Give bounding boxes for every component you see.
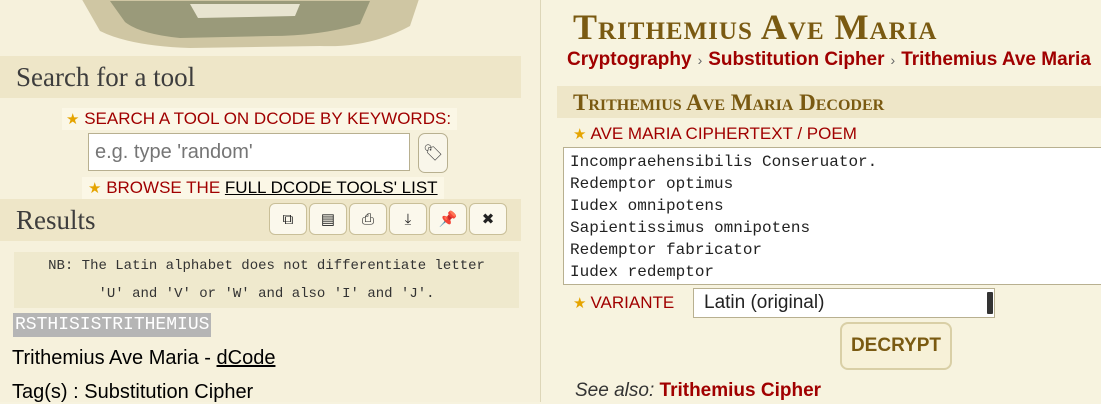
notes-button[interactable]: ▤	[309, 203, 347, 235]
left-panel: Search for a tool ★ SEARCH A TOOL ON DCO…	[0, 0, 540, 403]
breadcrumb-cryptography[interactable]: Cryptography	[567, 49, 692, 70]
close-button[interactable]: ✖	[469, 203, 507, 235]
search-input[interactable]	[88, 133, 410, 171]
breadcrumb-trithemius-ave-maria[interactable]: Trithemius Ave Maria	[901, 49, 1091, 70]
star-icon: ★	[573, 126, 587, 143]
results-toolbar: ⧉ ▤ ⎙ ⤓ 📌 ✖	[269, 203, 509, 235]
variant-label: ★ VARIANTE	[573, 293, 674, 313]
ciphertext-label: ★ AVE MARIA CIPHERTEXT / POEM	[573, 124, 857, 144]
cipher-line: Sapientissimus omnipotens	[570, 219, 811, 237]
download-button[interactable]: ⤓	[389, 203, 427, 235]
full-tools-list-link[interactable]: FULL DCODE TOOLS' LIST	[225, 178, 438, 197]
ciphertext-textarea[interactable]: Incompraehensibilis Conseruator. Redempt…	[563, 147, 1101, 285]
star-icon: ★	[88, 180, 102, 197]
select-arrow-icon	[987, 292, 993, 314]
pin-button[interactable]: 📌	[429, 203, 467, 235]
ciphertext-label-text: AVE MARIA CIPHERTEXT / POEM	[590, 124, 857, 143]
cipher-line: Iudex redemptor	[570, 263, 715, 281]
copy-button[interactable]: ⧉	[269, 203, 307, 235]
cipher-line: Redemptor optimus	[570, 175, 734, 193]
note-line: 'U' and 'V' or 'W' and also 'I' and 'J'.	[98, 286, 435, 302]
result-tags: Tag(s) : Substitution Cipher	[12, 381, 254, 403]
download-icon: ⤓	[404, 210, 412, 228]
see-also-label: See also:	[575, 380, 655, 401]
breadcrumb-substitution-cipher[interactable]: Substitution Cipher	[708, 49, 884, 70]
breadcrumb: Cryptography › Substitution Cipher › Trithem…	[567, 49, 1091, 71]
latin-note: NB: The Latin alphabet does not differen…	[14, 252, 519, 308]
variant-selected-value: Latin (original)	[704, 292, 825, 313]
copy-icon: ⧉	[282, 210, 294, 228]
cipher-line: Iudex omnipotens	[570, 197, 724, 215]
result-title-text: Trithemius Ave Maria -	[12, 347, 217, 369]
cipher-line: Incompraehensibilis Conseruator.	[570, 153, 878, 171]
pin-icon: 📌	[438, 211, 458, 228]
search-label: ★ SEARCH A TOOL ON DCODE BY KEYWORDS:	[62, 108, 458, 130]
decoder-heading: Trithemius Ave Maria Decoder	[557, 86, 1101, 118]
result-title: Trithemius Ave Maria - dCode	[12, 347, 275, 370]
trithemius-cipher-link[interactable]: Trithemius Cipher	[660, 380, 822, 401]
breadcrumb-separator: ›	[697, 52, 703, 68]
breadcrumb-separator: ›	[890, 52, 896, 68]
search-button[interactable]: 🏷	[418, 133, 448, 173]
result-text[interactable]: RSTHISISTRITHEMIUS	[13, 313, 212, 337]
logo-image	[82, 0, 419, 48]
browse-prefix: BROWSE THE	[106, 178, 221, 197]
print-icon: ⎙	[361, 210, 374, 228]
decrypt-button[interactable]: DECRYPT	[840, 322, 952, 370]
search-tag-icon: 🏷	[422, 145, 444, 162]
notes-icon: ▤	[320, 211, 336, 228]
close-icon: ✖	[481, 211, 495, 228]
print-button[interactable]: ⎙	[349, 203, 387, 235]
dcode-link[interactable]: dCode	[217, 347, 276, 369]
browse-tools: ★ BROWSE THE FULL DCODE TOOLS' LIST	[82, 177, 444, 199]
search-label-text: SEARCH A TOOL ON DCODE BY KEYWORDS:	[84, 109, 452, 128]
search-heading: Search for a tool	[0, 56, 521, 98]
note-line: NB: The Latin alphabet does not differen…	[48, 258, 485, 274]
variant-label-text: VARIANTE	[590, 293, 675, 312]
right-panel: Trithemius Ave Maria Cryptography › Substi…	[541, 0, 1101, 402]
star-icon: ★	[66, 111, 80, 128]
variant-select[interactable]: Latin (original)	[693, 288, 995, 318]
cipher-line: Redemptor fabricator	[570, 241, 763, 259]
page-title: Trithemius Ave Maria	[573, 7, 938, 47]
star-icon: ★	[573, 295, 587, 312]
see-also: See also: Trithemius Cipher	[575, 380, 821, 402]
